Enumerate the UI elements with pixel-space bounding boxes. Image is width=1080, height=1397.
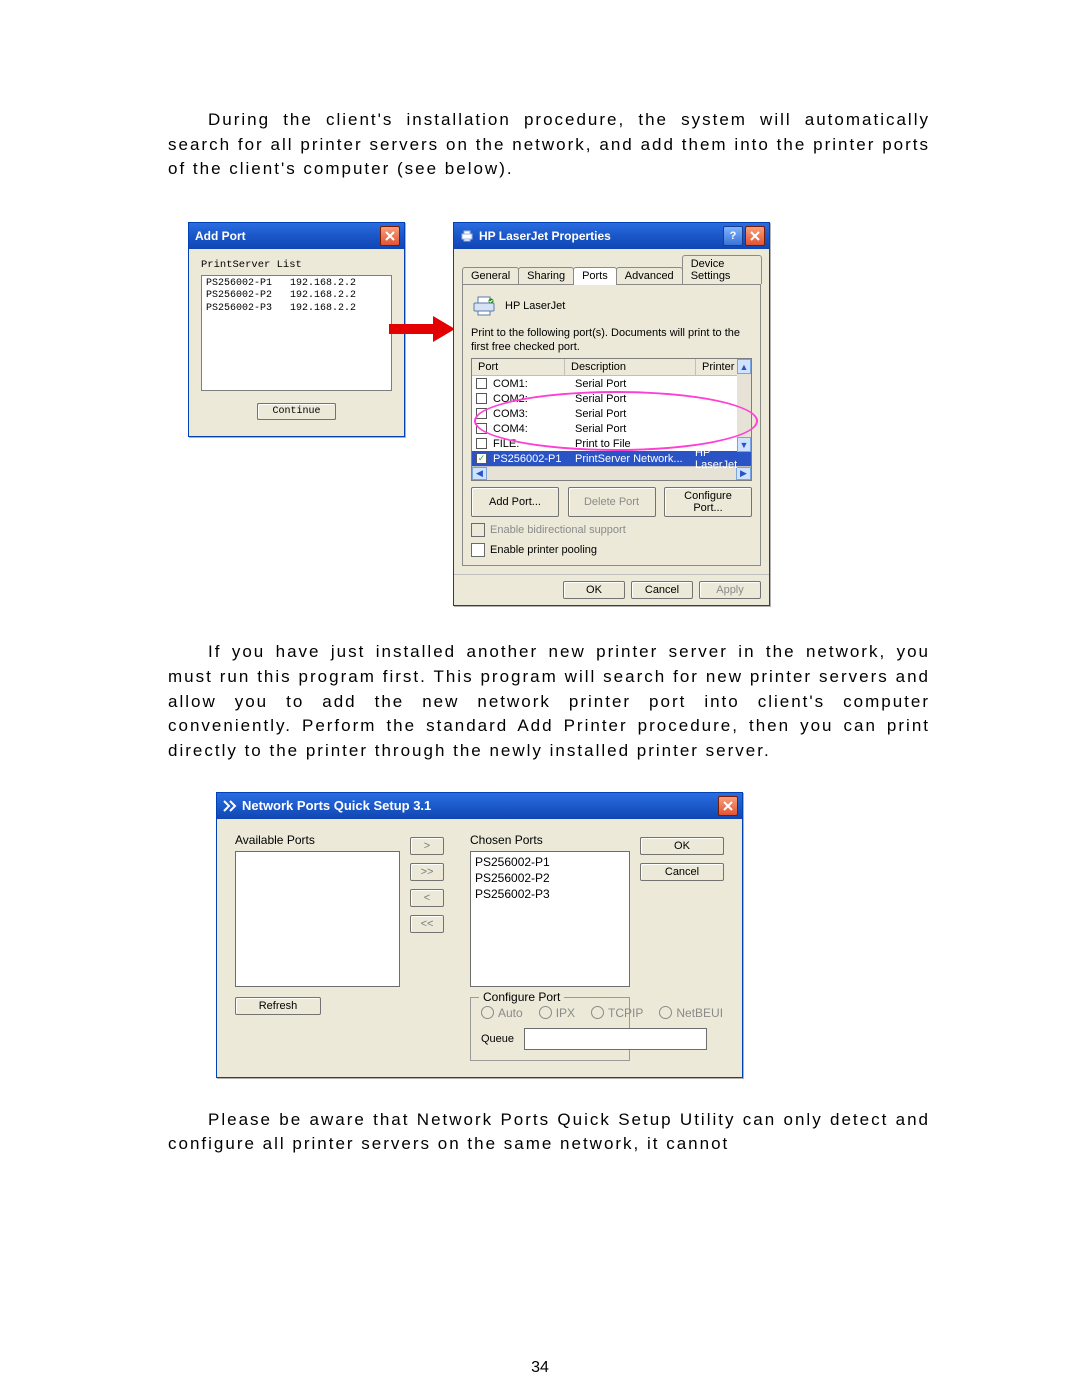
continue-button[interactable]: Continue: [257, 403, 335, 420]
properties-footer: OK Cancel Apply: [454, 574, 769, 605]
col-port[interactable]: Port: [472, 359, 565, 375]
checkbox[interactable]: [476, 408, 487, 419]
paragraph-3: Please be aware that Network Ports Quick…: [168, 1108, 930, 1157]
refresh-button[interactable]: Refresh: [235, 997, 321, 1015]
mover-buttons: > >> < <<: [410, 837, 460, 933]
cancel-button[interactable]: Cancel: [640, 863, 724, 881]
chosen-ports-list[interactable]: PS256002-P1 PS256002-P2 PS256002-P3: [470, 851, 630, 987]
ports-list-header: Port Description Printer: [472, 359, 751, 376]
ports-list: Port Description Printer COM1:Serial Por…: [471, 358, 752, 481]
add-port-button[interactable]: Add Port...: [471, 487, 559, 517]
queue-input[interactable]: [524, 1028, 707, 1050]
chevrons-icon: [223, 799, 237, 813]
page-number: 34: [0, 1359, 1080, 1377]
add-port-title: Add Port: [195, 229, 378, 243]
ok-button[interactable]: OK: [640, 837, 724, 855]
paragraph-2: If you have just installed another new p…: [168, 640, 930, 763]
scroll-down-icon[interactable]: ▼: [737, 437, 751, 452]
tab-strip: General Sharing Ports Advanced Device Se…: [462, 255, 761, 284]
ports-panel: HP LaserJet Print to the following port(…: [462, 284, 761, 567]
scroll-up-icon[interactable]: ▲: [737, 359, 751, 374]
checkbox[interactable]: [476, 378, 487, 389]
close-icon[interactable]: [718, 796, 738, 816]
printer-icon: [471, 295, 497, 317]
figure-row: Add Port PrintServer List PS256002-P1 19…: [188, 222, 930, 607]
list-item[interactable]: PS256002-P1 192.168.2.2: [206, 278, 387, 291]
delete-port-button[interactable]: Delete Port: [568, 487, 656, 517]
tab-ports[interactable]: Ports: [573, 267, 617, 285]
radio-auto: Auto: [481, 1006, 523, 1020]
queue-label: Queue: [481, 1033, 514, 1045]
configure-port-button[interactable]: Configure Port...: [664, 487, 752, 517]
port-row[interactable]: COM4:Serial Port: [472, 421, 751, 436]
help-icon[interactable]: ?: [723, 226, 743, 246]
cancel-button[interactable]: Cancel: [631, 581, 693, 599]
bidirectional-label: Enable bidirectional support: [490, 524, 626, 536]
chosen-ports-label: Chosen Ports: [470, 833, 630, 847]
move-left-button[interactable]: <: [410, 889, 444, 907]
tab-device-settings[interactable]: Device Settings: [682, 255, 762, 284]
port-row[interactable]: COM3:Serial Port: [472, 406, 751, 421]
printer-name: HP LaserJet: [505, 300, 565, 312]
scroll-left-icon[interactable]: ◀: [472, 467, 487, 480]
available-ports-list[interactable]: [235, 851, 400, 987]
add-port-window: Add Port PrintServer List PS256002-P1 19…: [188, 222, 405, 437]
red-arrow-icon: [389, 316, 459, 342]
move-all-right-button[interactable]: >>: [410, 863, 444, 881]
list-item[interactable]: PS256002-P3 192.168.2.2: [206, 303, 387, 316]
checkbox[interactable]: [476, 438, 487, 449]
available-ports-label: Available Ports: [235, 833, 400, 847]
quick-setup-title: Network Ports Quick Setup 3.1: [242, 798, 716, 813]
list-item[interactable]: PS256002-P2: [475, 870, 625, 886]
protocol-radios: Auto IPX TCPIP NetBEUI: [481, 1006, 619, 1020]
configure-port-group: Configure Port Auto IPX TCPIP NetBEUI Qu…: [470, 997, 630, 1061]
checkbox[interactable]: [476, 393, 487, 404]
ok-button[interactable]: OK: [563, 581, 625, 599]
checkbox[interactable]: [471, 543, 485, 557]
radio-ipx: IPX: [539, 1006, 575, 1020]
list-item[interactable]: PS256002-P2 192.168.2.2: [206, 290, 387, 303]
move-all-left-button[interactable]: <<: [410, 915, 444, 933]
radio-netbeui: NetBEUI: [659, 1006, 723, 1020]
port-row[interactable]: COM2:Serial Port: [472, 391, 751, 406]
list-item[interactable]: PS256002-P3: [475, 886, 625, 902]
properties-title: HP LaserJet Properties: [479, 229, 721, 243]
bidirectional-checkbox-row: Enable bidirectional support: [471, 523, 752, 537]
radio-tcpip: TCPIP: [591, 1006, 643, 1020]
paragraph-1: During the client's installation procedu…: [168, 108, 930, 182]
quick-setup-window: Network Ports Quick Setup 3.1 Available …: [216, 792, 743, 1078]
port-row[interactable]: COM1:Serial Port: [472, 376, 751, 391]
list-item[interactable]: PS256002-P1: [475, 854, 625, 870]
printserver-list-label: PrintServer List: [201, 259, 392, 271]
tab-sharing[interactable]: Sharing: [518, 267, 574, 284]
printer-pooling-label: Enable printer pooling: [490, 544, 597, 556]
printserver-list[interactable]: PS256002-P1 192.168.2.2 PS256002-P2 192.…: [201, 275, 392, 391]
printer-icon: [460, 229, 474, 243]
close-icon[interactable]: [380, 226, 400, 246]
checkbox[interactable]: ✓: [476, 453, 487, 464]
tab-advanced[interactable]: Advanced: [616, 267, 683, 284]
configure-port-legend: Configure Port: [479, 990, 564, 1004]
col-description[interactable]: Description: [565, 359, 696, 375]
move-right-button[interactable]: >: [410, 837, 444, 855]
tab-general[interactable]: General: [462, 267, 519, 284]
add-port-titlebar: Add Port: [189, 223, 404, 249]
quick-setup-titlebar: Network Ports Quick Setup 3.1: [217, 793, 742, 819]
apply-button[interactable]: Apply: [699, 581, 761, 599]
port-row-selected[interactable]: ✓PS256002-P1PrintServer Network...HP Las…: [472, 451, 751, 466]
properties-titlebar: HP LaserJet Properties ?: [454, 223, 769, 249]
ports-instruction: Print to the following port(s). Document…: [471, 327, 752, 355]
checkbox: [471, 523, 485, 537]
close-icon[interactable]: [745, 226, 765, 246]
printer-pooling-checkbox-row[interactable]: Enable printer pooling: [471, 543, 752, 557]
vertical-scrollbar[interactable]: ▲ ▼: [737, 359, 751, 452]
printer-properties-window: HP LaserJet Properties ? General Sharing…: [453, 222, 770, 607]
checkbox[interactable]: [476, 423, 487, 434]
